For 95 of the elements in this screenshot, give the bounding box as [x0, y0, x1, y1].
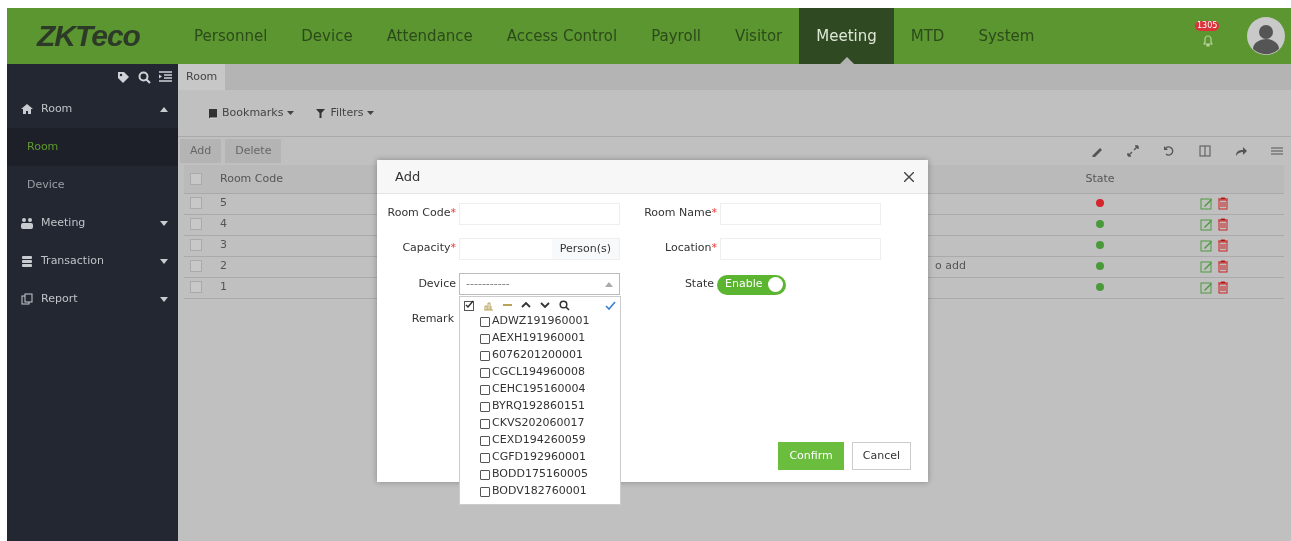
sidebar-label: Meeting — [41, 214, 87, 231]
delete-icon[interactable] — [1217, 239, 1229, 252]
table-cell: 3 — [220, 238, 227, 252]
delete-icon[interactable] — [1217, 197, 1229, 210]
field-label: Location — [664, 241, 712, 255]
select-field[interactable]: ----------- — [459, 273, 620, 295]
checkbox[interactable] — [190, 172, 202, 185]
option-label[interactable]: BODV182760001 — [492, 483, 587, 500]
required-mark: * — [711, 206, 717, 220]
dropdown-menu-button[interactable]: Bookmarks — [208, 104, 295, 122]
field-label: Room Name — [644, 206, 712, 220]
tag-icon[interactable] — [117, 70, 130, 84]
table-cell: 2 — [220, 259, 227, 273]
checkbox[interactable] — [480, 367, 490, 378]
checkbox[interactable] — [190, 197, 202, 210]
option-label[interactable]: CGCL194960008 — [492, 364, 585, 381]
sidebar-item[interactable]: Transaction — [7, 242, 178, 280]
bell-icon[interactable] — [1201, 33, 1215, 47]
field-label: Device — [418, 276, 456, 290]
filter-icon — [316, 107, 327, 119]
sidebar-label: Report — [41, 290, 79, 307]
unit-label: Person(s) — [551, 238, 619, 259]
checkbox[interactable] — [480, 452, 490, 463]
caret-icon — [367, 111, 375, 115]
home-icon — [21, 103, 33, 115]
required-mark: * — [450, 241, 456, 255]
required-mark: * — [450, 206, 456, 220]
table-cell: 1 — [220, 280, 227, 294]
logo: ZKTeco — [35, 19, 141, 53]
chevron-down-icon[interactable] — [540, 300, 551, 311]
sidebar-item[interactable]: Report — [7, 280, 178, 318]
table-cell: 4 — [220, 217, 227, 231]
checkbox[interactable] — [190, 218, 202, 231]
option-label[interactable]: CGFD192960001 — [492, 449, 586, 466]
option-label[interactable]: CKVS202060017 — [492, 415, 585, 432]
expand-icon[interactable] — [1127, 145, 1139, 157]
sidebar-label: Room — [41, 100, 74, 117]
sidebar-item[interactable]: Room — [7, 90, 178, 128]
checkbox[interactable] — [190, 239, 202, 252]
table-cell: o add — [935, 259, 966, 273]
database-icon — [21, 255, 33, 267]
field-label: Room Code — [387, 206, 451, 220]
checkbox[interactable] — [480, 316, 490, 327]
option-label[interactable]: AEXH191960001 — [492, 330, 586, 347]
caret-icon — [287, 111, 295, 115]
input-field[interactable]: Person(s) — [459, 237, 620, 260]
people-icon — [21, 217, 33, 229]
checkbox[interactable] — [190, 281, 202, 294]
breadcrumb-tab[interactable]: Room — [178, 64, 226, 90]
delete-icon[interactable] — [1217, 260, 1229, 273]
check-all-icon[interactable] — [464, 300, 475, 311]
cancel-button[interactable]: Cancel — [851, 441, 911, 470]
menu-collapse-icon[interactable] — [159, 71, 172, 83]
required-mark: * — [711, 241, 717, 255]
column-header: State — [1054, 165, 1146, 193]
documents-icon — [21, 293, 33, 305]
field-label: Capacity — [402, 241, 451, 255]
notification-badge: 1305 — [1195, 21, 1220, 31]
sidebar-item[interactable]: Meeting — [7, 204, 178, 242]
close-icon[interactable] — [904, 171, 914, 182]
share-icon[interactable] — [1235, 145, 1247, 157]
checkbox[interactable] — [480, 350, 490, 361]
check-icon[interactable] — [605, 300, 616, 311]
book-icon — [208, 107, 218, 119]
search-icon[interactable] — [559, 300, 570, 311]
checkbox[interactable] — [480, 435, 490, 446]
checkbox[interactable] — [480, 486, 490, 497]
checkbox[interactable] — [480, 333, 490, 344]
refresh-icon[interactable] — [1163, 145, 1175, 157]
sidebar-subitem[interactable]: Room — [7, 128, 178, 166]
dialog-title: Add — [395, 167, 421, 186]
field-label: State — [684, 277, 714, 291]
checkbox[interactable] — [480, 384, 490, 395]
delete-icon[interactable] — [1217, 281, 1229, 294]
checkbox[interactable] — [480, 469, 490, 480]
wand-icon[interactable] — [1091, 145, 1103, 157]
field-label: Remark — [411, 312, 454, 326]
option-label[interactable]: 6076201200001 — [492, 347, 583, 364]
checkbox[interactable] — [480, 401, 490, 412]
option-label[interactable]: BYRQ192860151 — [492, 398, 585, 415]
option-label[interactable]: CEXD194260059 — [492, 432, 586, 449]
columns-icon[interactable] — [1199, 145, 1211, 157]
nav-tab[interactable]: Meeting — [799, 8, 894, 64]
table-cell: 5 — [220, 196, 227, 210]
sidebar-label: Transaction — [41, 252, 105, 269]
delete-icon[interactable] — [1217, 218, 1229, 231]
avatar-icon[interactable] — [1247, 17, 1285, 55]
sidebar-subitem[interactable]: Device — [7, 166, 178, 204]
option-label[interactable]: CEHC195160004 — [492, 381, 586, 398]
dropdown-menu-button[interactable]: Filters — [316, 104, 375, 122]
option-label[interactable]: ADWZ191960001 — [492, 313, 590, 330]
checkbox[interactable] — [190, 260, 202, 273]
checkbox[interactable] — [480, 418, 490, 429]
option-label[interactable]: BODD175160005 — [492, 466, 588, 483]
search-icon[interactable] — [138, 70, 151, 84]
